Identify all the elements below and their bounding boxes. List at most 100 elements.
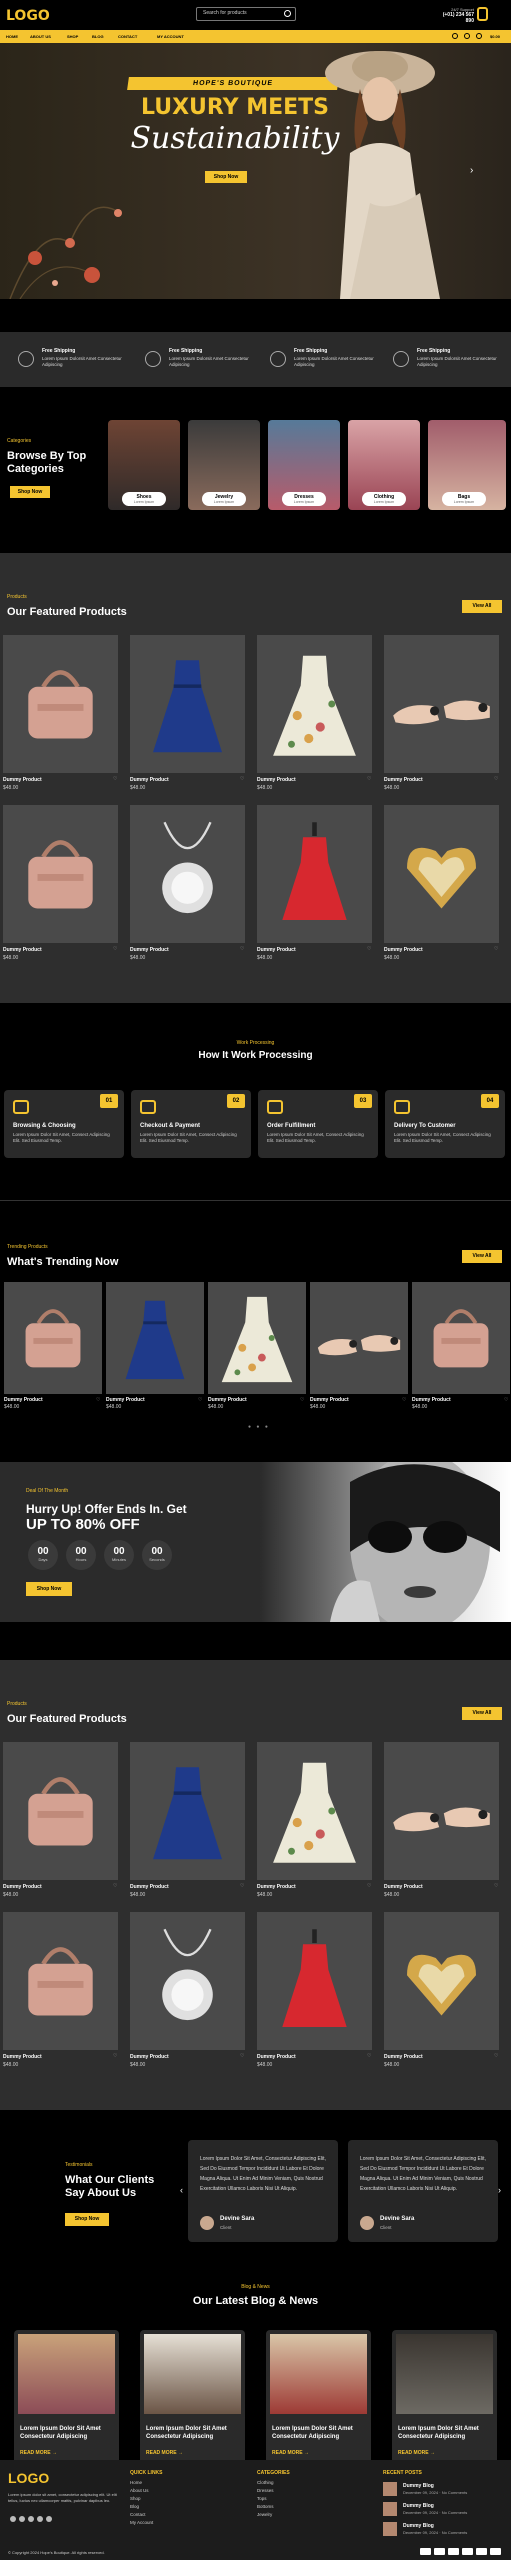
- product-name[interactable]: Dummy Product: [384, 2054, 423, 2060]
- wishlist-heart-icon[interactable]: ♡: [494, 2053, 498, 2059]
- footer-link-account[interactable]: My Account: [130, 2520, 153, 2525]
- wishlist-heart-icon[interactable]: ♡: [113, 1883, 117, 1889]
- product-card[interactable]: Dummy Product $48.00 ♡: [381, 1742, 499, 1898]
- product-image[interactable]: [130, 1912, 245, 2050]
- wishlist-heart-icon[interactable]: ♡: [240, 776, 244, 782]
- product-name[interactable]: Dummy Product: [106, 1397, 145, 1403]
- blog-card[interactable]: Lorem Ipsum Dolor Sit Amet Consectetur A…: [266, 2330, 371, 2476]
- product-card[interactable]: Dummy Product $48.00 ♡: [127, 1912, 245, 2068]
- product-name[interactable]: Dummy Product: [257, 2054, 296, 2060]
- wishlist-heart-icon[interactable]: ♡: [494, 1883, 498, 1889]
- footer-link-shop[interactable]: Shop: [130, 2496, 141, 2501]
- product-card[interactable]: Dummy Product $48.00 ♡: [254, 1912, 372, 2068]
- user-icon[interactable]: [452, 33, 458, 39]
- trending-product-card[interactable]: Dummy Product $48.00 ♡: [106, 1282, 204, 1430]
- footer-cat-dresses[interactable]: Dresses: [257, 2488, 274, 2493]
- prev-arrow-icon[interactable]: ‹: [180, 2185, 183, 2195]
- product-card[interactable]: Dummy Product $48.00 ♡: [254, 635, 372, 791]
- product-card[interactable]: Dummy Product $48.00 ♡: [381, 805, 499, 961]
- wishlist-heart-icon[interactable]: ♡: [240, 1883, 244, 1889]
- footer-link-blog[interactable]: Blog: [130, 2504, 139, 2509]
- read-more-link[interactable]: READ MORE →: [146, 2450, 183, 2456]
- product-name[interactable]: Dummy Product: [130, 777, 169, 783]
- wishlist-heart-icon[interactable]: ♡: [504, 1397, 508, 1403]
- wishlist-heart-icon[interactable]: ♡: [300, 1397, 304, 1403]
- nav-contact[interactable]: CONTACT: [118, 34, 137, 39]
- read-more-link[interactable]: READ MORE →: [398, 2450, 435, 2456]
- footer-logo[interactable]: LOGO: [8, 2470, 49, 2486]
- trending-product-card[interactable]: Dummy Product $48.00 ♡: [412, 1282, 510, 1430]
- category-card-dresses[interactable]: Dresses Lorem Ipsum: [268, 420, 340, 510]
- nav-home[interactable]: HOME: [6, 34, 18, 39]
- wishlist-heart-icon[interactable]: ♡: [367, 776, 371, 782]
- product-name[interactable]: Dummy Product: [257, 1884, 296, 1890]
- read-more-link[interactable]: READ MORE →: [20, 2450, 57, 2456]
- product-image[interactable]: [130, 635, 245, 773]
- wishlist-heart-icon[interactable]: ♡: [113, 946, 117, 952]
- product-name[interactable]: Dummy Product: [4, 1397, 43, 1403]
- trending-product-card[interactable]: Dummy Product $48.00 ♡: [4, 1282, 102, 1430]
- product-image[interactable]: [106, 1282, 204, 1394]
- product-card[interactable]: Dummy Product $48.00 ♡: [254, 805, 372, 961]
- wishlist-heart-icon[interactable]: ♡: [198, 1397, 202, 1403]
- product-card[interactable]: Dummy Product $48.00 ♡: [0, 635, 118, 791]
- blog-card[interactable]: Lorem Ipsum Dolor Sit Amet Consectetur A…: [14, 2330, 119, 2476]
- product-image[interactable]: [412, 1282, 510, 1394]
- product-image[interactable]: [257, 805, 372, 943]
- wishlist-heart-icon[interactable]: ♡: [113, 776, 117, 782]
- blog-title[interactable]: Lorem Ipsum Dolor Sit Amet Consectetur A…: [20, 2425, 114, 2441]
- product-image[interactable]: [208, 1282, 306, 1394]
- pinterest-icon[interactable]: [46, 2516, 52, 2522]
- product-card[interactable]: Dummy Product $48.00 ♡: [0, 1742, 118, 1898]
- footer-link-contact[interactable]: Contact: [130, 2512, 146, 2517]
- recent-post-title[interactable]: Dummy Blog: [403, 2523, 434, 2529]
- product-image[interactable]: [384, 1912, 499, 2050]
- testimonials-shop-now-button[interactable]: Shop Now: [65, 2213, 109, 2226]
- cart-total[interactable]: $0.00: [490, 34, 500, 39]
- wishlist-heart-icon[interactable]: ♡: [367, 946, 371, 952]
- carousel-dots[interactable]: ● ● ●: [248, 1424, 270, 1430]
- search-icon[interactable]: [284, 10, 291, 17]
- wishlist-icon[interactable]: [464, 33, 470, 39]
- product-name[interactable]: Dummy Product: [208, 1397, 247, 1403]
- product-name[interactable]: Dummy Product: [3, 947, 42, 953]
- support-phone[interactable]: (+01) 234 567 890: [434, 12, 474, 24]
- footer-cat-bottoms[interactable]: Bottoms: [257, 2504, 274, 2509]
- footer-link-home[interactable]: Home: [130, 2480, 142, 2485]
- deal-shop-now-button[interactable]: Shop Now: [26, 1582, 72, 1596]
- product-name[interactable]: Dummy Product: [3, 1884, 42, 1890]
- product-name[interactable]: Dummy Product: [130, 2054, 169, 2060]
- product-card[interactable]: Dummy Product $48.00 ♡: [381, 1912, 499, 2068]
- recent-post[interactable]: Dummy Blog December 09, 2024 · No Commen…: [383, 2482, 493, 2502]
- product-image[interactable]: [3, 1912, 118, 2050]
- site-logo[interactable]: LOGO: [6, 8, 50, 24]
- facebook-icon[interactable]: [10, 2516, 16, 2522]
- wishlist-heart-icon[interactable]: ♡: [240, 2053, 244, 2059]
- product-image[interactable]: [130, 1742, 245, 1880]
- category-card-jewelry[interactable]: Jewelry Lorem Ipsum: [188, 420, 260, 510]
- product-name[interactable]: Dummy Product: [384, 777, 423, 783]
- featured-view-all-button[interactable]: View All: [462, 1707, 502, 1720]
- product-name[interactable]: Dummy Product: [412, 1397, 451, 1403]
- product-image[interactable]: [384, 635, 499, 773]
- category-card-clothing[interactable]: Clothing Lorem Ipsum: [348, 420, 420, 510]
- product-name[interactable]: Dummy Product: [384, 947, 423, 953]
- wishlist-heart-icon[interactable]: ♡: [367, 1883, 371, 1889]
- product-card[interactable]: Dummy Product $48.00 ♡: [127, 805, 245, 961]
- blog-card[interactable]: Lorem Ipsum Dolor Sit Amet Consectetur A…: [392, 2330, 497, 2476]
- footer-link-about[interactable]: About Us: [130, 2488, 149, 2493]
- recent-post-title[interactable]: Dummy Blog: [403, 2483, 434, 2489]
- search-input[interactable]: Search for products: [196, 7, 296, 21]
- product-image[interactable]: [3, 1742, 118, 1880]
- blog-card[interactable]: Lorem Ipsum Dolor Sit Amet Consectetur A…: [140, 2330, 245, 2476]
- product-name[interactable]: Dummy Product: [130, 947, 169, 953]
- wishlist-heart-icon[interactable]: ♡: [240, 946, 244, 952]
- footer-cat-clothing[interactable]: Clothing: [257, 2480, 274, 2485]
- product-image[interactable]: [130, 805, 245, 943]
- featured-view-all-button[interactable]: View All: [462, 600, 502, 613]
- product-card[interactable]: Dummy Product $48.00 ♡: [127, 1742, 245, 1898]
- next-arrow-icon[interactable]: ›: [498, 2185, 501, 2195]
- product-image[interactable]: [310, 1282, 408, 1394]
- categories-shop-now-button[interactable]: Shop Now: [10, 486, 50, 498]
- product-image[interactable]: [384, 1742, 499, 1880]
